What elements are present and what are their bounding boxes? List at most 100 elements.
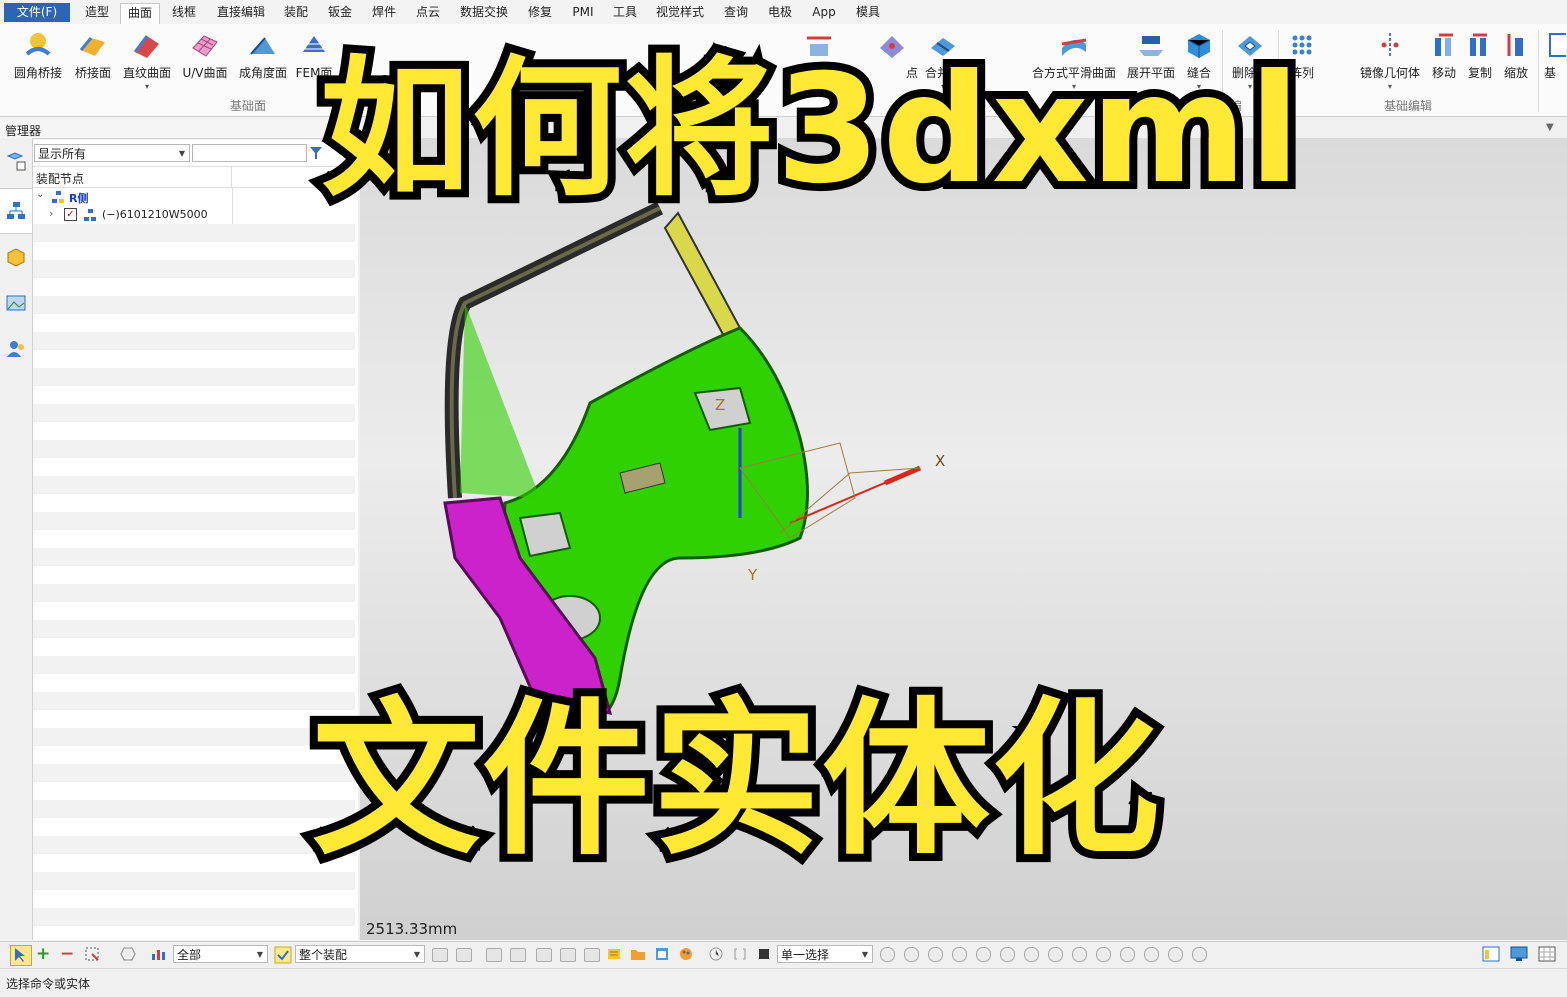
stop-icon[interactable] bbox=[756, 946, 772, 962]
tool-icon[interactable] bbox=[432, 948, 448, 962]
tool-icon[interactable] bbox=[536, 948, 552, 962]
tool-icon[interactable] bbox=[456, 948, 472, 962]
scale-button[interactable]: 缩放 bbox=[1498, 28, 1534, 108]
tree-row-child[interactable]: › ✓ (−)6101210W5000 bbox=[33, 206, 355, 225]
tab-pmi[interactable]: PMI bbox=[566, 3, 600, 22]
file-menu-button[interactable]: 文件(F) bbox=[4, 3, 70, 22]
tab-direct-edit[interactable]: 直接编辑 bbox=[212, 3, 270, 22]
tool-icon[interactable] bbox=[486, 948, 502, 962]
bridge-face-button[interactable]: 桥接面 bbox=[66, 28, 120, 108]
menu-bar: 文件(F) 造型 曲面 线框 直接编辑 装配 钣金 焊件 点云 数据交换 修复 … bbox=[0, 0, 1567, 25]
collapse-chevron-right-icon[interactable]: › bbox=[49, 207, 53, 220]
assembly-scope-select[interactable]: 整个装配 ▼ bbox=[295, 945, 425, 963]
history-icon[interactable] bbox=[708, 946, 724, 962]
tree-empty-row bbox=[33, 224, 355, 242]
assembly-scope-icon[interactable] bbox=[274, 946, 292, 964]
tree-empty-row bbox=[33, 800, 355, 818]
tab-inquire[interactable]: 查询 bbox=[718, 3, 754, 22]
tab-tools[interactable]: 工具 bbox=[608, 3, 642, 22]
snap-icon[interactable] bbox=[904, 947, 919, 962]
add-selection-icon[interactable]: + bbox=[36, 944, 50, 964]
paint-icon[interactable] bbox=[678, 946, 694, 962]
user-icon[interactable] bbox=[5, 338, 27, 360]
assembly-tab-active[interactable] bbox=[0, 188, 32, 234]
manager-title-bar: 管理器 bbox=[0, 118, 358, 139]
tree-empty-row bbox=[33, 692, 355, 710]
grid-icon[interactable] bbox=[1538, 946, 1556, 962]
window-icon[interactable] bbox=[654, 946, 670, 962]
mirror-geometry-button[interactable]: 镜像几何体 ▾ bbox=[1358, 28, 1422, 108]
tab-wireframe[interactable]: 线框 bbox=[166, 3, 202, 22]
box-select-icon[interactable] bbox=[84, 946, 100, 962]
tree-empty-row bbox=[33, 890, 355, 908]
object-box-icon[interactable] bbox=[5, 246, 27, 268]
image-gallery-icon[interactable] bbox=[5, 292, 27, 314]
snap-icon[interactable] bbox=[1048, 947, 1063, 962]
tool-icon[interactable] bbox=[560, 948, 576, 962]
fillet-bridge-button[interactable]: 圆角桥接 bbox=[8, 28, 68, 108]
layout-icon[interactable] bbox=[1482, 946, 1500, 962]
uv-surface-icon bbox=[192, 35, 218, 57]
remove-selection-icon[interactable]: − bbox=[60, 944, 74, 964]
hexagon-filter-icon[interactable] bbox=[120, 946, 136, 962]
tab-assembly[interactable]: 装配 bbox=[278, 3, 314, 22]
filter-select[interactable]: 显示所有 ▼ bbox=[34, 144, 190, 162]
tree-row-root[interactable]: ⌄ R侧 bbox=[33, 188, 355, 206]
tab-mold[interactable]: 模具 bbox=[850, 3, 886, 22]
expand-chevron-icon[interactable]: ⌄ bbox=[36, 189, 44, 200]
more-ribbon-partial[interactable]: 基 bbox=[1544, 28, 1566, 108]
snap-icon[interactable] bbox=[880, 947, 895, 962]
tool-icon[interactable] bbox=[510, 948, 526, 962]
tab-data-exchange[interactable]: 数据交换 bbox=[454, 3, 514, 22]
copy-button[interactable]: 复制 bbox=[1462, 28, 1498, 108]
tree-empty-row bbox=[33, 368, 355, 386]
list-icon[interactable] bbox=[606, 946, 622, 962]
tab-surface[interactable]: 曲面 bbox=[120, 3, 160, 25]
collapse-arrow-icon[interactable]: ▼ bbox=[1546, 122, 1554, 133]
monitor-icon[interactable] bbox=[1510, 946, 1528, 962]
move-button[interactable]: 移动 bbox=[1426, 28, 1462, 108]
tree-empty-row bbox=[33, 422, 355, 440]
search-input[interactable] bbox=[192, 144, 307, 162]
root-node-label: R侧 bbox=[69, 192, 89, 205]
snap-icon[interactable] bbox=[1000, 947, 1015, 962]
snap-icon[interactable] bbox=[1144, 947, 1159, 962]
view-mode-group bbox=[1478, 944, 1560, 964]
snap-icon[interactable] bbox=[976, 947, 991, 962]
tab-weldment[interactable]: 焊件 bbox=[366, 3, 402, 22]
snap-icon[interactable] bbox=[1024, 947, 1039, 962]
tree-empty-row bbox=[33, 242, 355, 260]
tool-icon[interactable] bbox=[584, 948, 600, 962]
uv-surface-button[interactable]: U/V曲面 bbox=[178, 28, 232, 108]
select-mode-select[interactable]: 单一选择 ▼ bbox=[777, 945, 873, 963]
snap-icon[interactable] bbox=[1168, 947, 1183, 962]
move-icon bbox=[1435, 33, 1453, 56]
select-cursor-button[interactable] bbox=[10, 945, 32, 966]
snap-icon[interactable] bbox=[1096, 947, 1111, 962]
copy-icon bbox=[1470, 33, 1487, 56]
ruled-surface-button[interactable]: 直纹曲面 ▾ bbox=[120, 28, 174, 108]
snap-icon[interactable] bbox=[1192, 947, 1207, 962]
tab-repair[interactable]: 修复 bbox=[522, 3, 558, 22]
visibility-checkbox[interactable]: ✓ bbox=[64, 208, 77, 221]
tab-electrode[interactable]: 电极 bbox=[762, 3, 798, 22]
snap-icon[interactable] bbox=[1120, 947, 1135, 962]
snap-icon[interactable] bbox=[1072, 947, 1087, 962]
tab-sheet-metal[interactable]: 钣金 bbox=[322, 3, 358, 22]
tree-empty-row bbox=[33, 278, 355, 296]
bracket-icon[interactable] bbox=[732, 946, 748, 962]
tab-point-cloud[interactable]: 点云 bbox=[410, 3, 446, 22]
filter-scope-select[interactable]: 全部 ▼ bbox=[173, 945, 268, 963]
snap-icon[interactable] bbox=[952, 947, 967, 962]
part-view-icon[interactable] bbox=[5, 150, 27, 172]
tree-empty-row bbox=[33, 512, 355, 530]
group-separator bbox=[1538, 30, 1539, 112]
filter-chart-icon[interactable] bbox=[150, 946, 166, 962]
folder-icon[interactable] bbox=[630, 946, 646, 962]
tab-modeling[interactable]: 造型 bbox=[80, 3, 114, 22]
chevron-down-icon: ▼ bbox=[861, 950, 868, 959]
tab-app[interactable]: App bbox=[806, 3, 842, 22]
snap-icon[interactable] bbox=[928, 947, 943, 962]
angled-face-button[interactable]: 成角度面 bbox=[234, 28, 292, 108]
tab-visual-style[interactable]: 视觉样式 bbox=[650, 3, 710, 22]
